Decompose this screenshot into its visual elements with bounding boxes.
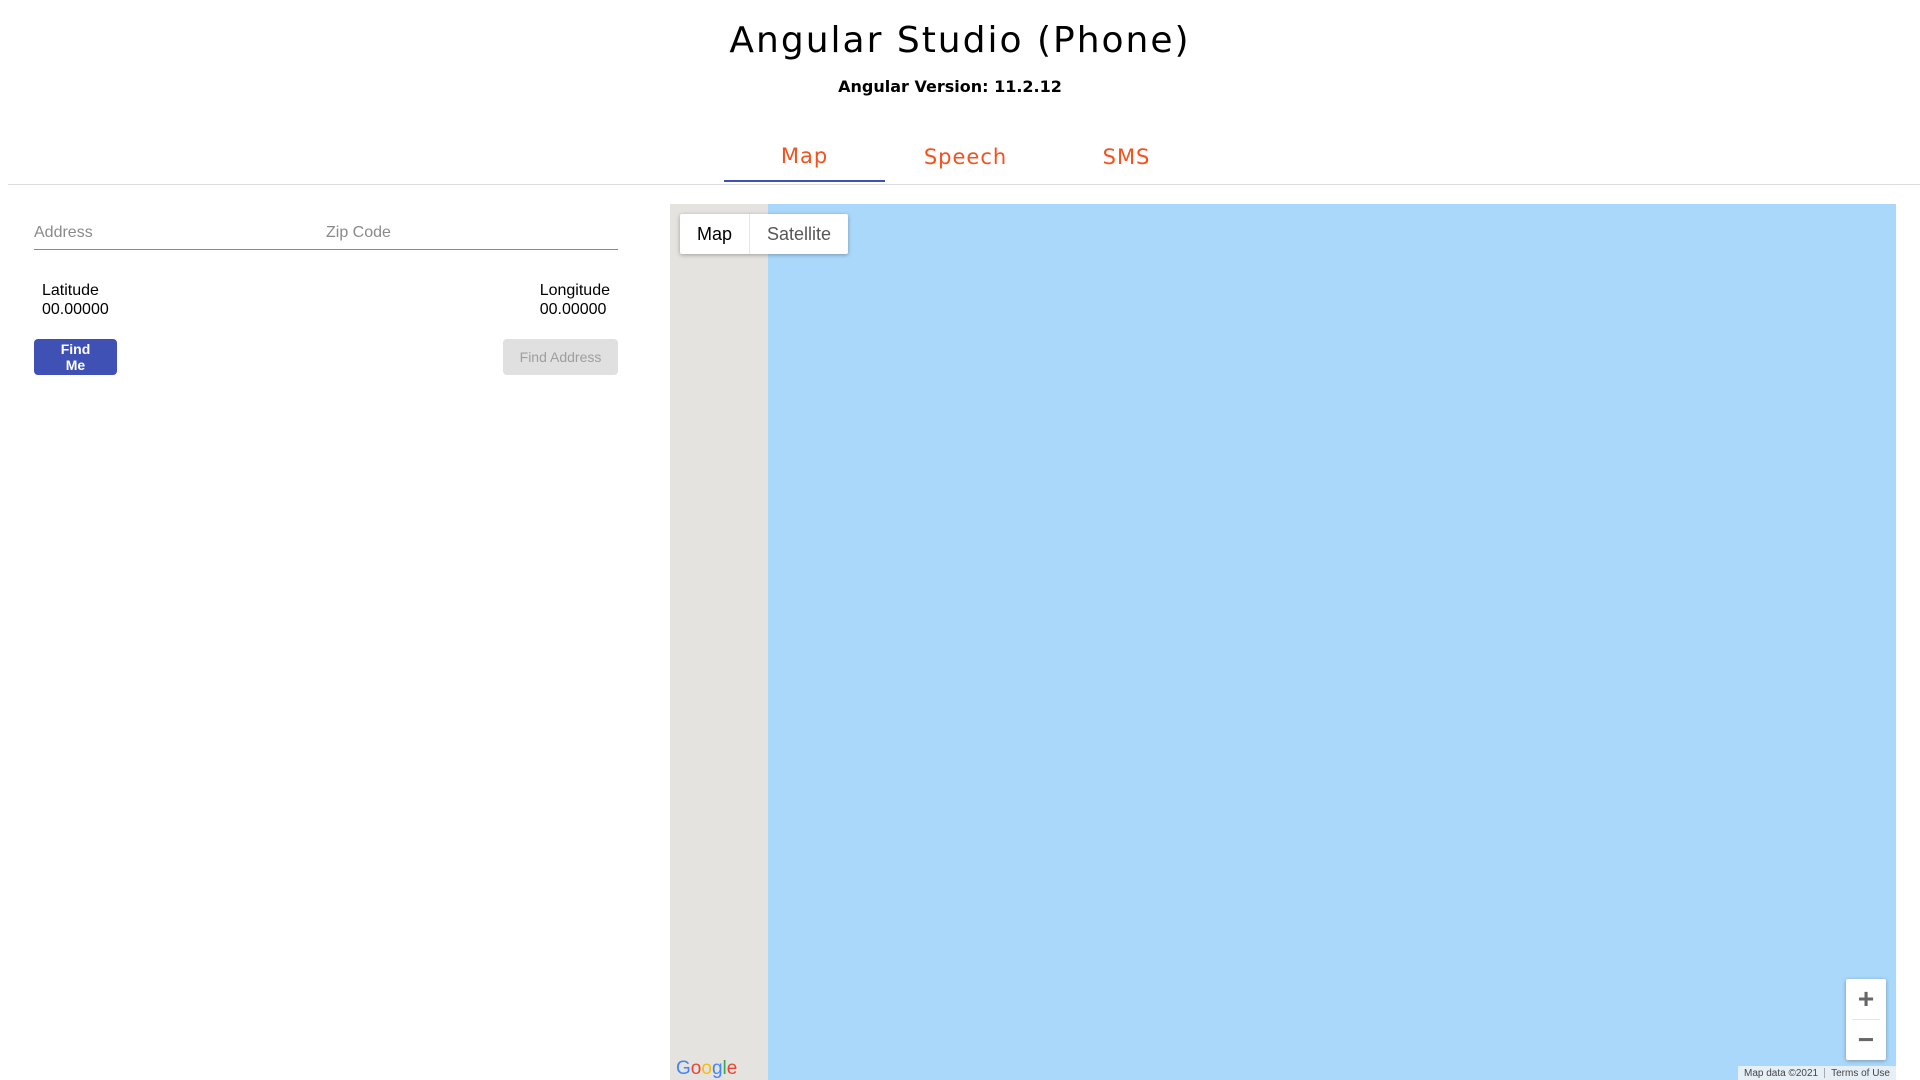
find-me-button[interactable]: Find Me xyxy=(34,339,117,375)
map-type-map-button[interactable]: Map xyxy=(680,214,751,254)
zoom-control: + − xyxy=(1846,979,1886,1060)
find-address-button[interactable]: Find Address xyxy=(503,339,618,375)
address-fields xyxy=(34,215,618,250)
map-land-strip xyxy=(670,204,768,1080)
google-logo-letter: o xyxy=(701,1058,712,1079)
tab-map[interactable]: Map xyxy=(724,132,885,182)
google-logo: Google xyxy=(676,1058,737,1080)
tab-list: Map Speech SMS xyxy=(724,132,1207,182)
tab-sms[interactable]: SMS xyxy=(1046,132,1207,182)
map-type-control: Map Satellite xyxy=(680,214,849,254)
version-label: Angular Version: 11.2.12 xyxy=(838,77,1062,96)
map-attribution: Map data ©2021 Terms of Use xyxy=(1738,1066,1896,1080)
google-logo-letter: o xyxy=(690,1058,702,1079)
google-logo-letter: e xyxy=(726,1058,738,1079)
page-title: Angular Studio (Phone) xyxy=(729,20,1191,61)
map-type-satellite-button[interactable]: Satellite xyxy=(750,214,848,254)
tab-speech[interactable]: Speech xyxy=(885,132,1046,182)
terms-of-use-link[interactable]: Terms of Use xyxy=(1825,1068,1896,1079)
zip-code-input[interactable] xyxy=(326,215,618,249)
location-panel: Latitude 00.00000 Longitude 00.00000 Fin… xyxy=(34,215,618,375)
latitude-value: 00.00000 xyxy=(42,301,109,318)
coordinates: Latitude 00.00000 Longitude 00.00000 xyxy=(34,281,618,319)
zoom-in-button[interactable]: + xyxy=(1846,979,1886,1019)
google-logo-letter: g xyxy=(711,1058,723,1079)
action-buttons: Find Me Find Address xyxy=(34,339,618,375)
longitude-label: Longitude xyxy=(539,282,610,299)
address-input[interactable] xyxy=(34,215,326,249)
latitude-block: Latitude 00.00000 xyxy=(42,281,109,319)
latitude-label: Latitude xyxy=(42,282,99,299)
tab-bar: Map Speech SMS xyxy=(8,132,1920,185)
app-root: Angular Studio (Phone) Angular Version: … xyxy=(0,0,1920,1080)
map-data-label: Map data ©2021 xyxy=(1744,1067,1819,1079)
longitude-block: Longitude 00.00000 xyxy=(540,281,610,319)
google-logo-letter: G xyxy=(676,1058,691,1079)
map-view[interactable]: Map Satellite + − Google Map data ©2021 … xyxy=(670,204,1896,1080)
zoom-out-button[interactable]: − xyxy=(1846,1020,1886,1060)
longitude-value: 00.00000 xyxy=(539,301,607,318)
